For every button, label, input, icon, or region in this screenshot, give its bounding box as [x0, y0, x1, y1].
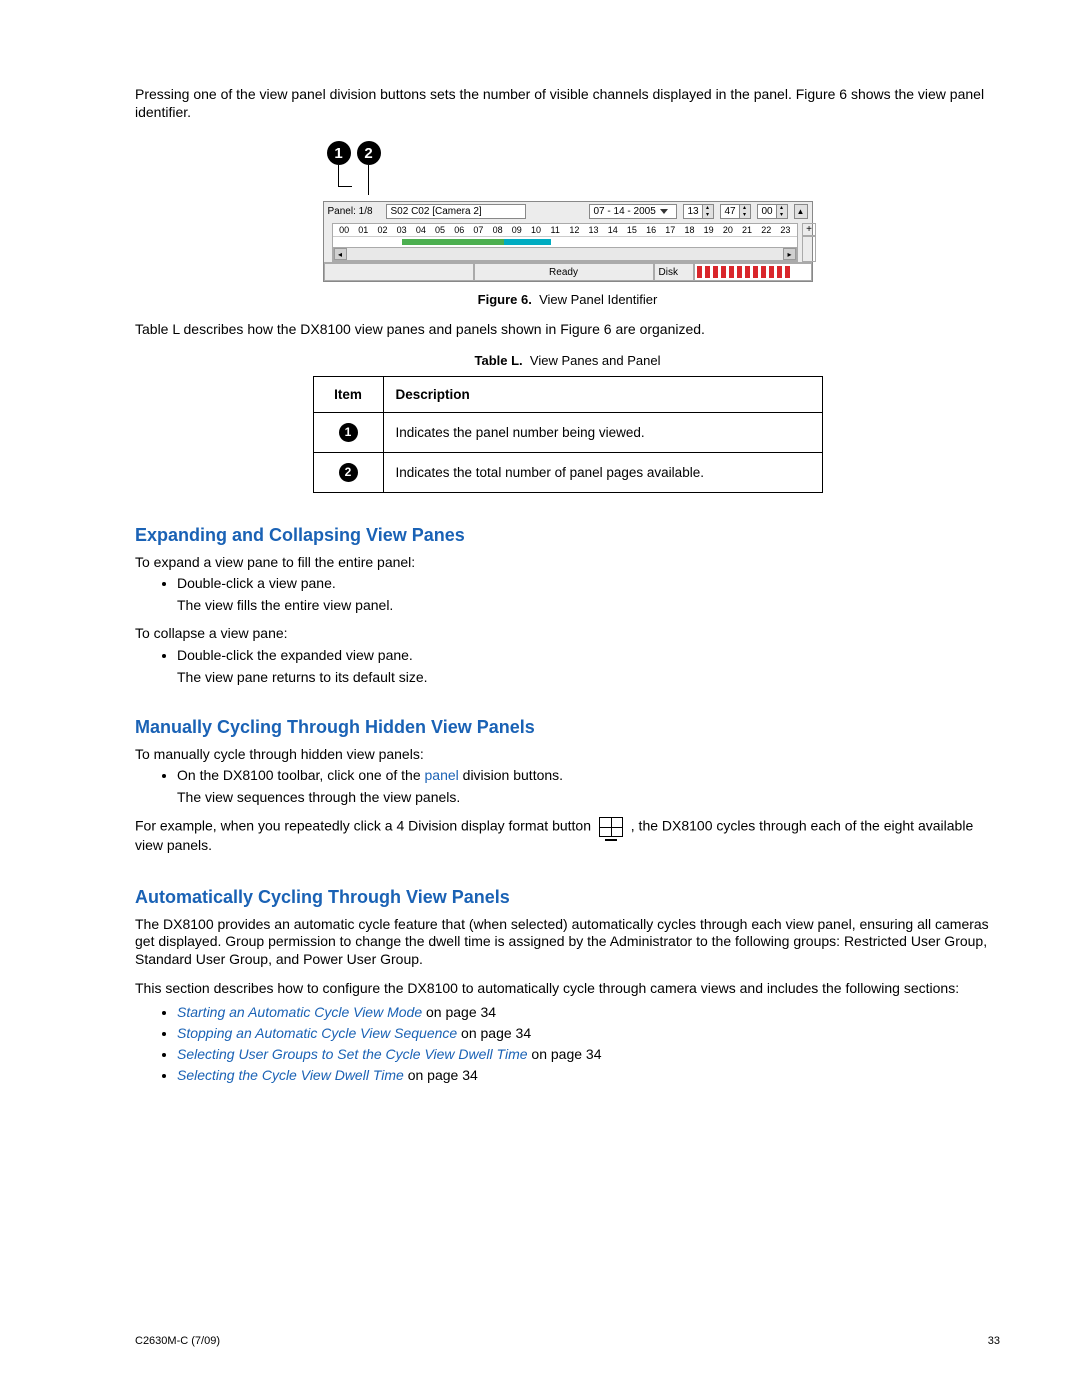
footer-doc-id: C2630M-C (7/09): [135, 1335, 220, 1347]
timeline-hour: 23: [776, 225, 795, 235]
callout-leader-1: [338, 165, 352, 187]
table-header-description: Description: [383, 376, 822, 412]
timeline-hour: 10: [526, 225, 545, 235]
disk-usage-bar: [694, 263, 812, 281]
timeline-hour: 08: [488, 225, 507, 235]
timeline-hour: 06: [450, 225, 469, 235]
heading-manual-cycle: Manually Cycling Through Hidden View Pan…: [135, 717, 1000, 738]
screenshot-panel: Panel: 1/8 S02 C02 [Camera 2] 07 - 14 - …: [323, 201, 813, 282]
table-row: 1 Indicates the panel number being viewe…: [313, 412, 822, 452]
timeline-hour: 17: [661, 225, 680, 235]
callout-badge-2: 2: [357, 141, 381, 165]
minute-field[interactable]: 47: [720, 204, 740, 219]
table-row: 2 Indicates the total number of panel pa…: [313, 452, 822, 492]
status-disk-label: Disk: [654, 263, 694, 281]
site-field[interactable]: S02 C02 [Camera 2]: [386, 204, 526, 219]
panel-label: Panel: 1/8: [328, 206, 380, 217]
footer-page-number: 33: [988, 1335, 1000, 1347]
timeline-hour: 14: [603, 225, 622, 235]
figure-6: 1 2 Panel: 1/8 S02 C02 [Camera 2] 07 - 1…: [323, 141, 813, 282]
timeline-hour: 19: [699, 225, 718, 235]
sec1-sub1: The view fills the entire view panel.: [177, 597, 1000, 613]
cross-ref-link[interactable]: Starting an Automatic Cycle View Mode: [177, 1004, 422, 1020]
timeline-hour: 09: [507, 225, 526, 235]
sec2-example: For example, when you repeatedly click a…: [135, 817, 1000, 855]
cross-ref-link[interactable]: Selecting User Groups to Set the Cycle V…: [177, 1046, 528, 1062]
four-division-icon: [599, 817, 623, 837]
timeline-hour: 16: [642, 225, 661, 235]
minute-spinner[interactable]: ▴▾: [740, 204, 751, 219]
cross-ref-link[interactable]: Stopping an Automatic Cycle View Sequenc…: [177, 1025, 457, 1041]
timeline-hour: 20: [718, 225, 737, 235]
callout-badge-1: 1: [327, 141, 351, 165]
list-item: Double-click a view pane.: [177, 575, 1000, 591]
intro-paragraph: Pressing one of the view panel division …: [135, 86, 1000, 121]
timeline-hour: 22: [757, 225, 776, 235]
timeline-hour: 15: [622, 225, 641, 235]
hour-spinner[interactable]: ▴▾: [703, 204, 714, 219]
sec2-p1: To manually cycle through hidden view pa…: [135, 746, 1000, 764]
status-cell-left: [324, 263, 474, 281]
list-item: Double-click the expanded view pane.: [177, 647, 1000, 663]
scroll-left-button[interactable]: ◂: [334, 248, 347, 260]
table-header-item: Item: [313, 376, 383, 412]
sec3-p2: This section describes how to configure …: [135, 980, 1000, 998]
table-cell-desc: Indicates the total number of panel page…: [383, 452, 822, 492]
timeline-hour: 03: [392, 225, 411, 235]
timeline-hour: 02: [373, 225, 392, 235]
hour-field[interactable]: 13: [683, 204, 703, 219]
timeline-hour: 05: [430, 225, 449, 235]
table-cell-desc: Indicates the panel number being viewed.: [383, 412, 822, 452]
callout-leader-2: [368, 165, 376, 195]
timeline-hour: 12: [565, 225, 584, 235]
sec3-p1: The DX8100 provides an automatic cycle f…: [135, 916, 1000, 969]
timeline-hour: 04: [411, 225, 430, 235]
panel-link[interactable]: panel: [425, 767, 459, 783]
sec1-p2: To collapse a view pane:: [135, 625, 1000, 643]
timeline-hour: 07: [469, 225, 488, 235]
list-item: Selecting User Groups to Set the Cycle V…: [177, 1046, 1000, 1062]
list-item: Starting an Automatic Cycle View Mode on…: [177, 1004, 1000, 1020]
timeline-hour: 13: [584, 225, 603, 235]
list-item: On the DX8100 toolbar, click one of the …: [177, 767, 1000, 783]
after-figure-paragraph: Table L describes how the DX8100 view pa…: [135, 321, 1000, 339]
zoom-track: [802, 236, 816, 262]
zoom-plus[interactable]: +: [802, 223, 816, 236]
table-caption: Table L. View Panes and Panel: [135, 353, 1000, 368]
timeline-hour: 21: [737, 225, 756, 235]
sec2-sub1: The view sequences through the view pane…: [177, 789, 1000, 805]
item-badge: 1: [339, 423, 358, 442]
cross-ref-link[interactable]: Selecting the Cycle View Dwell Time: [177, 1067, 404, 1083]
item-badge: 2: [339, 463, 358, 482]
timeline[interactable]: 0001020304050607080910111213141516171819…: [332, 223, 799, 262]
status-ready: Ready: [474, 263, 654, 281]
figure-caption: Figure 6. View Panel Identifier: [135, 292, 1000, 307]
date-dropdown[interactable]: 07 - 14 - 2005: [589, 204, 677, 219]
second-field[interactable]: 00: [757, 204, 777, 219]
sec1-p1: To expand a view pane to fill the entire…: [135, 554, 1000, 572]
timeline-hour: 18: [680, 225, 699, 235]
sec1-sub2: The view pane returns to its default siz…: [177, 669, 1000, 685]
list-item: Stopping an Automatic Cycle View Sequenc…: [177, 1025, 1000, 1041]
heading-expanding-collapsing: Expanding and Collapsing View Panes: [135, 525, 1000, 546]
up-arrow-button[interactable]: ▲: [794, 204, 808, 219]
timeline-hour: 00: [335, 225, 354, 235]
second-spinner[interactable]: ▴▾: [777, 204, 788, 219]
timeline-hour: 11: [546, 225, 565, 235]
heading-auto-cycle: Automatically Cycling Through View Panel…: [135, 887, 1000, 908]
table-l: Item Description 1 Indicates the panel n…: [313, 376, 823, 493]
scroll-right-button[interactable]: ▸: [783, 248, 796, 260]
timeline-hour: 01: [354, 225, 373, 235]
list-item: Selecting the Cycle View Dwell Time on p…: [177, 1067, 1000, 1083]
